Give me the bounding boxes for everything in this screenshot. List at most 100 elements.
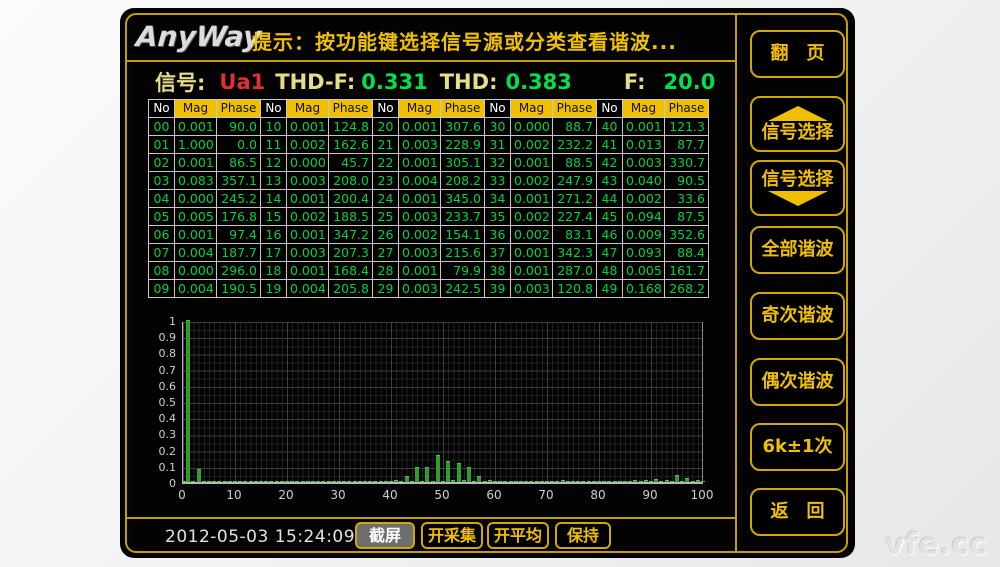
harmonic-bar (701, 481, 705, 482)
harmonic-bar (503, 481, 507, 482)
button-label: 信号选择 (762, 123, 834, 143)
table-cell: 87.5 (665, 208, 709, 226)
harmonic-bar (441, 481, 445, 482)
signal-name-value: Ua1 (219, 70, 265, 94)
y-axis-tick-label: 0.3 (140, 428, 176, 441)
harmonic-bar (680, 481, 684, 482)
table-cell: 0.013 (623, 136, 665, 154)
col-header-no: No (485, 100, 511, 118)
table-cell: 124.8 (329, 118, 373, 136)
harmonic-bar (691, 481, 695, 482)
harmonic-bar (342, 481, 346, 482)
harmonic-bar (405, 476, 409, 482)
harmonic-bar (332, 481, 336, 482)
table-cell: 0.002 (287, 136, 329, 154)
chart-plot-area (182, 322, 703, 484)
table-cell: 205.8 (329, 280, 373, 298)
button-start-capture[interactable]: 开采集 (421, 522, 483, 549)
button-signal-select-down[interactable]: 信号选择 (750, 160, 845, 216)
signal-info-bar: 信号: Ua1 THD-F: 0.331 THD: 0.383 F: 20.0 (155, 67, 730, 97)
button-return[interactable]: 返 回 (750, 488, 845, 536)
harmonic-bar (535, 481, 539, 482)
button-hold[interactable]: 保持 (555, 522, 611, 549)
harmonic-bar (457, 463, 461, 482)
table-cell: 121.3 (665, 118, 709, 136)
harmonic-bar (311, 481, 315, 482)
harmonic-bar (254, 481, 258, 482)
harmonic-bar (186, 320, 190, 482)
col-header-phase: Phase (665, 100, 709, 118)
harmonic-bar (223, 481, 227, 482)
y-axis-tick-label: 0.5 (140, 396, 176, 409)
harmonic-bar (249, 481, 253, 482)
table-cell: 0.001 (175, 154, 217, 172)
x-axis-tick-label: 0 (162, 488, 202, 502)
x-axis-tick-label: 70 (526, 488, 566, 502)
table-cell: 45 (597, 208, 623, 226)
harmonics-table: NoMagPhaseNoMagPhaseNoMagPhaseNoMagPhase… (148, 99, 709, 298)
table-cell: 0.009 (623, 226, 665, 244)
button-all-harmonics[interactable]: 全部谐波 (750, 226, 845, 274)
table-cell: 42 (597, 154, 623, 172)
table-cell: 347.2 (329, 226, 373, 244)
table-cell: 21 (373, 136, 399, 154)
table-cell: 0.000 (175, 190, 217, 208)
table-cell: 345.0 (441, 190, 485, 208)
harmonic-bar (545, 481, 549, 482)
table-cell: 00 (149, 118, 175, 136)
harmonic-bar (597, 481, 601, 482)
harmonic-bar (623, 481, 627, 482)
button-label: 奇次谐波 (762, 306, 834, 326)
harmonic-bar (519, 481, 523, 482)
table-cell: 0.000 (511, 118, 553, 136)
table-cell: 39 (485, 280, 511, 298)
table-cell: 37 (485, 244, 511, 262)
table-cell: 22 (373, 154, 399, 172)
table-cell: 0.004 (287, 280, 329, 298)
button-page-flip[interactable]: 翻 页 (750, 30, 845, 78)
harmonic-bar (472, 481, 476, 482)
table-cell: 242.5 (441, 280, 485, 298)
harmonic-bar (431, 481, 435, 482)
harmonic-bar (462, 480, 466, 482)
table-cell: 0.001 (399, 190, 441, 208)
harmonic-bar (243, 481, 247, 482)
button-start-average[interactable]: 开平均 (487, 522, 549, 549)
table-cell: 11 (261, 136, 287, 154)
table-cell: 1.000 (175, 136, 217, 154)
table-cell: 05 (149, 208, 175, 226)
table-cell: 0.001 (175, 226, 217, 244)
harmonic-bar (347, 481, 351, 482)
button-screenshot[interactable]: 截屏 (355, 522, 415, 549)
table-cell: 0.005 (623, 262, 665, 280)
table-cell: 47 (597, 244, 623, 262)
x-axis-tick-label: 40 (370, 488, 410, 502)
table-cell: 208.0 (329, 172, 373, 190)
col-header-mag: Mag (175, 100, 217, 118)
button-even-harmonics[interactable]: 偶次谐波 (750, 358, 845, 406)
col-header-mag: Mag (623, 100, 665, 118)
table-cell: 232.2 (553, 136, 597, 154)
x-axis-tick-label: 100 (682, 488, 722, 502)
harmonic-bar (420, 481, 424, 482)
harmonic-bar (269, 481, 273, 482)
button-odd-harmonics[interactable]: 奇次谐波 (750, 292, 845, 340)
button-label: 翻 页 (771, 44, 825, 64)
table-cell: 35 (485, 208, 511, 226)
table-cell: 247.9 (553, 172, 597, 190)
y-axis-tick-label: 0.1 (140, 461, 176, 474)
table-cell: 208.2 (441, 172, 485, 190)
button-signal-select-up[interactable]: 信号选择 (750, 96, 845, 152)
harmonic-bar (207, 481, 211, 482)
table-cell: 190.5 (217, 280, 261, 298)
harmonic-bar (316, 481, 320, 482)
harmonic-bar (389, 481, 393, 482)
table-cell: 330.7 (665, 154, 709, 172)
table-cell: 342.3 (553, 244, 597, 262)
x-axis-tick-label: 80 (578, 488, 618, 502)
table-cell: 48 (597, 262, 623, 280)
table-cell: 0.002 (511, 208, 553, 226)
table-cell: 14 (261, 190, 287, 208)
button-6k-plus-minus-1[interactable]: 6k±1次 (750, 423, 845, 471)
harmonic-bar (373, 481, 377, 482)
